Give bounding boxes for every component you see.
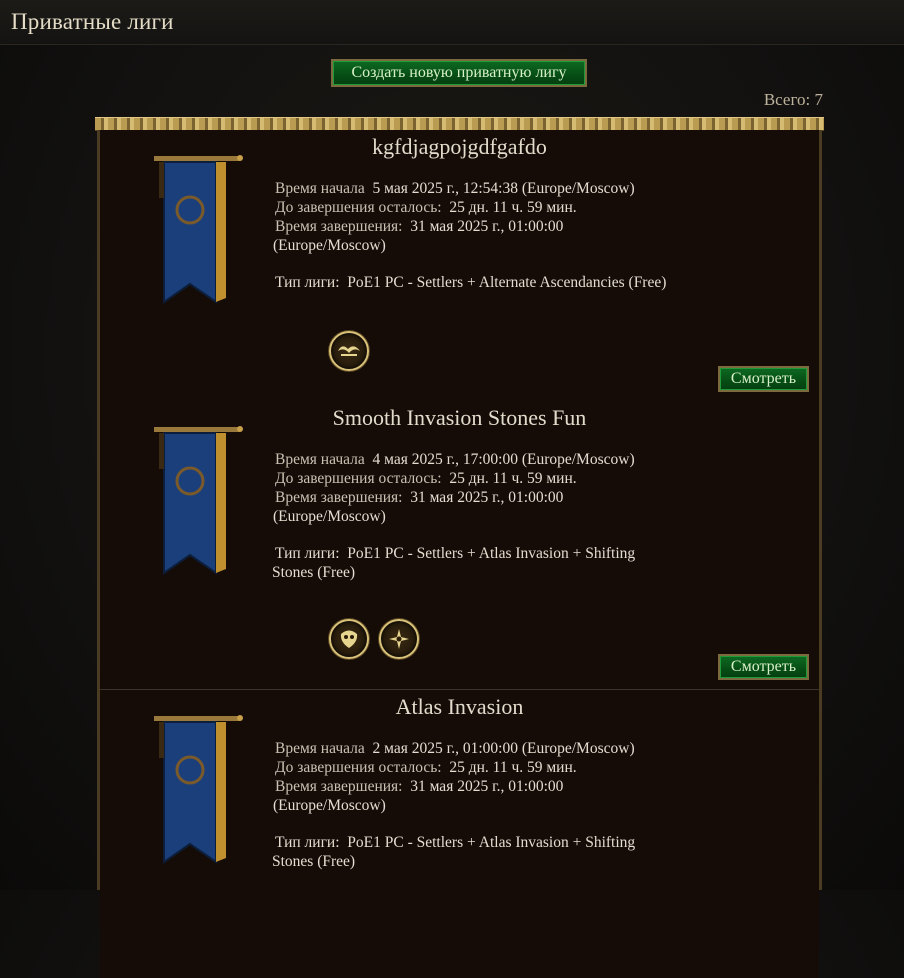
mask-icon[interactable] — [329, 619, 369, 659]
league-banner-icon — [154, 715, 243, 864]
remaining-value: 25 дн. 11 ч. 59 мин. — [449, 199, 577, 216]
remaining-value: 25 дн. 11 ч. 59 мин. — [449, 470, 577, 487]
remaining-label: До завершения осталось: — [275, 470, 442, 487]
remaining-value: 25 дн. 11 ч. 59 мин. — [449, 759, 577, 776]
league-card: kgfdjagpojgdfgafdo Время начала 5 мая 20… — [100, 130, 819, 420]
view-button[interactable]: Смотреть — [718, 366, 809, 392]
league-card: Smooth Invasion Stones Fun Время начала … — [100, 401, 819, 691]
crab-claw-icon[interactable] — [329, 331, 369, 371]
remaining-label: До завершения осталось: — [275, 759, 442, 776]
type-value: PoE1 PC - Settlers + Alternate Ascendanc… — [347, 274, 667, 291]
league-list: kgfdjagpojgdfgafdo Время начала 5 мая 20… — [97, 130, 822, 978]
league-info: Время начала 5 мая 2025 г., 12:54:38 (Eu… — [273, 179, 715, 255]
start-value: 2 мая 2025 г., 01:00:00 (Europe/Moscow) — [372, 740, 635, 757]
remaining-label: До завершения осталось: — [275, 199, 442, 216]
league-mods — [329, 331, 369, 371]
type-label: Тип лиги: — [275, 834, 340, 851]
list-border-top — [95, 117, 824, 131]
type-label: Тип лиги: — [275, 274, 340, 291]
end-value: 31 мая 2025 г., 01:00:00 — [410, 778, 564, 795]
start-label: Время начала — [275, 740, 365, 757]
league-type: Тип лиги: PoE1 PC - Settlers + Atlas Inv… — [272, 544, 705, 582]
view-button[interactable]: Смотреть — [718, 654, 809, 680]
league-info: Время начала 4 мая 2025 г., 17:00:00 (Eu… — [273, 450, 715, 526]
league-card: Atlas Invasion Время начала 2 мая 2025 г… — [100, 690, 819, 978]
end-value: 31 мая 2025 г., 01:00:00 — [410, 489, 564, 506]
league-type: Тип лиги: PoE1 PC - Settlers + Atlas Inv… — [272, 833, 705, 871]
end-label: Время завершения: — [275, 218, 403, 235]
type-value: PoE1 PC - Settlers + Atlas Invasion + Sh… — [347, 545, 636, 562]
star-burst-icon[interactable] — [379, 619, 419, 659]
type-value-cont: Stones (Free) — [272, 564, 356, 581]
end-value: 31 мая 2025 г., 01:00:00 — [410, 218, 564, 235]
league-banner-icon — [154, 426, 243, 575]
league-banner-icon — [154, 155, 243, 304]
end-label: Время завершения: — [275, 489, 403, 506]
league-mods — [329, 619, 419, 659]
total-count: Всего: 7 — [763, 90, 823, 109]
page-header: Приватные лиги — [0, 0, 904, 45]
end-label: Время завершения: — [275, 778, 403, 795]
end-timezone: (Europe/Moscow) — [273, 797, 386, 814]
start-label: Время начала — [275, 451, 365, 468]
create-league-button[interactable]: Создать новую приватную лигу — [331, 59, 587, 87]
type-value: PoE1 PC - Settlers + Atlas Invasion + Sh… — [347, 834, 636, 851]
start-label: Время начала — [275, 180, 365, 197]
type-value-cont: Stones (Free) — [272, 853, 356, 870]
end-timezone: (Europe/Moscow) — [273, 508, 386, 525]
league-type: Тип лиги: PoE1 PC - Settlers + Alternate… — [275, 273, 705, 292]
start-value: 4 мая 2025 г., 17:00:00 (Europe/Moscow) — [372, 451, 635, 468]
league-info: Время начала 2 мая 2025 г., 01:00:00 (Eu… — [273, 739, 715, 815]
page-title: Приватные лиги — [11, 9, 174, 34]
start-value: 5 мая 2025 г., 12:54:38 (Europe/Moscow) — [372, 180, 635, 197]
end-timezone: (Europe/Moscow) — [273, 237, 386, 254]
type-label: Тип лиги: — [275, 545, 340, 562]
